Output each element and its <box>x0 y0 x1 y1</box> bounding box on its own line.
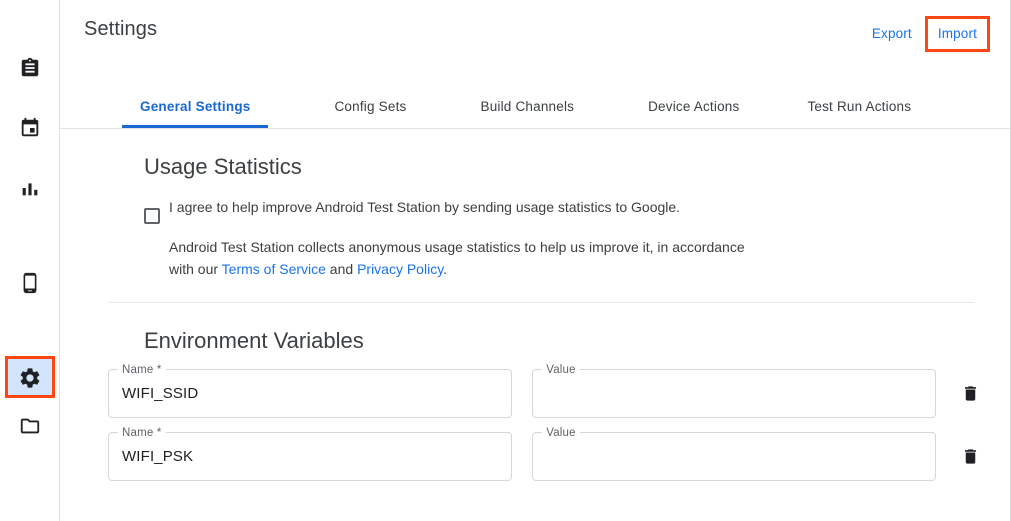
env-var-name-label: Name * <box>122 426 162 440</box>
tab-general-settings[interactable]: General Settings <box>122 84 268 128</box>
env-var-name-notch: Name * <box>118 362 166 378</box>
env-var-name-notch: Name * <box>118 425 166 441</box>
import-button[interactable]: Import <box>929 20 986 48</box>
clipboard-icon <box>19 57 41 79</box>
settings-content: Usage Statistics I agree to help improve… <box>60 153 1010 481</box>
delete-env-var-button[interactable] <box>950 374 990 414</box>
main-panel: Settings Export Import General Settings … <box>60 0 1011 521</box>
calendar-icon <box>19 117 41 139</box>
sidebar-item-test-suites[interactable] <box>0 104 60 152</box>
export-button[interactable]: Export <box>863 20 921 48</box>
env-var-name-field[interactable]: Name * WIFI_SSID <box>108 369 512 418</box>
trash-icon <box>961 447 980 466</box>
page-header: Settings Export Import <box>60 0 1010 84</box>
env-var-name-value: WIFI_PSK <box>122 446 193 468</box>
nav-gap <box>0 152 59 164</box>
env-var-value-notch: Value <box>542 362 580 378</box>
tab-bar: General Settings Config Sets Build Chann… <box>60 84 1010 129</box>
environment-variable-row: Name * WIFI_PSK Value <box>108 432 990 481</box>
nav-gap <box>0 92 59 104</box>
privacy-policy-link[interactable]: Privacy Policy <box>357 261 443 277</box>
environment-variable-row: Name * WIFI_SSID Value <box>108 369 990 418</box>
environment-variables-heading: Environment Variables <box>144 327 990 355</box>
usage-statistics-consent-row: I agree to help improve Android Test Sta… <box>144 196 990 224</box>
bar-chart-icon <box>19 177 41 199</box>
gear-icon <box>18 366 42 390</box>
trash-icon <box>961 384 980 403</box>
usage-statistics-heading: Usage Statistics <box>144 153 990 181</box>
usage-statistics-note-middle: and <box>326 261 357 277</box>
usage-statistics-note-suffix: . <box>443 261 447 277</box>
sidebar-item-devices[interactable] <box>0 259 60 307</box>
tab-config-sets[interactable]: Config Sets <box>316 84 424 128</box>
usage-statistics-note: Android Test Station collects anonymous … <box>169 236 751 280</box>
environment-variables-list: Name * WIFI_SSID Value <box>84 369 990 481</box>
delete-env-var-button[interactable] <box>950 437 990 477</box>
header-actions: Export Import <box>863 16 990 52</box>
folder-icon <box>19 415 41 437</box>
env-var-name-field[interactable]: Name * WIFI_PSK <box>108 432 512 481</box>
left-nav-rail <box>0 0 60 521</box>
sidebar-item-reports[interactable] <box>0 164 60 212</box>
terms-of-service-link[interactable]: Terms of Service <box>222 261 326 277</box>
env-var-value-field[interactable]: Value <box>532 369 936 418</box>
env-var-value-label: Value <box>546 363 576 377</box>
sidebar-item-test-runs[interactable] <box>0 44 60 92</box>
env-var-name-label: Name * <box>122 363 162 377</box>
tab-device-actions[interactable]: Device Actions <box>630 84 757 128</box>
nav-gap <box>0 212 59 259</box>
usage-statistics-consent-label: I agree to help improve Android Test Sta… <box>169 196 680 218</box>
env-var-name-value: WIFI_SSID <box>122 383 198 405</box>
settings-page: Settings Export Import General Settings … <box>0 0 1011 521</box>
env-var-value-label: Value <box>546 426 576 440</box>
env-var-value-notch: Value <box>542 425 580 441</box>
sidebar-item-file-browser[interactable] <box>0 402 60 450</box>
env-var-value-field[interactable]: Value <box>532 432 936 481</box>
sidebar-item-settings[interactable] <box>0 354 60 402</box>
section-divider <box>108 302 974 303</box>
phone-icon <box>19 272 41 294</box>
page-title: Settings <box>84 16 157 42</box>
usage-statistics-checkbox[interactable] <box>144 208 160 224</box>
import-button-highlight: Import <box>925 16 990 52</box>
tab-build-channels[interactable]: Build Channels <box>462 84 592 128</box>
nav-gap <box>0 307 59 354</box>
tab-test-run-actions[interactable]: Test Run Actions <box>789 84 929 128</box>
